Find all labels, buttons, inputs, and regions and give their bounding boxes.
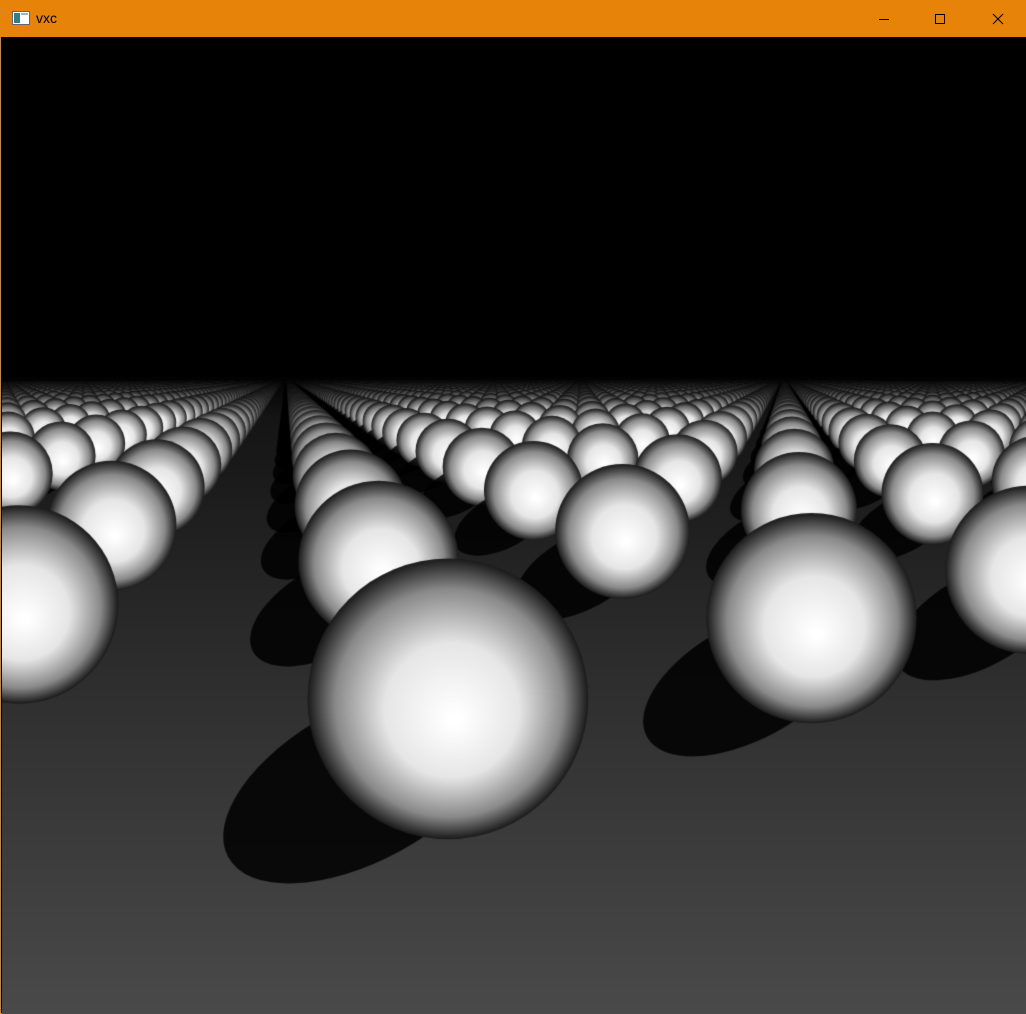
window-title: vxc bbox=[36, 10, 57, 26]
app-icon bbox=[12, 11, 30, 25]
render-viewport[interactable] bbox=[2, 37, 1026, 1014]
close-button[interactable] bbox=[970, 0, 1026, 37]
sphere-grid-render bbox=[2, 37, 1026, 1014]
minimize-icon bbox=[879, 18, 889, 20]
maximize-icon bbox=[935, 13, 945, 24]
maximize-button[interactable] bbox=[912, 0, 968, 37]
title-bar[interactable]: vxc bbox=[1, 0, 1026, 37]
close-icon bbox=[992, 13, 1004, 24]
app-window: vxc bbox=[0, 0, 1026, 1014]
minimize-button[interactable] bbox=[856, 0, 912, 37]
